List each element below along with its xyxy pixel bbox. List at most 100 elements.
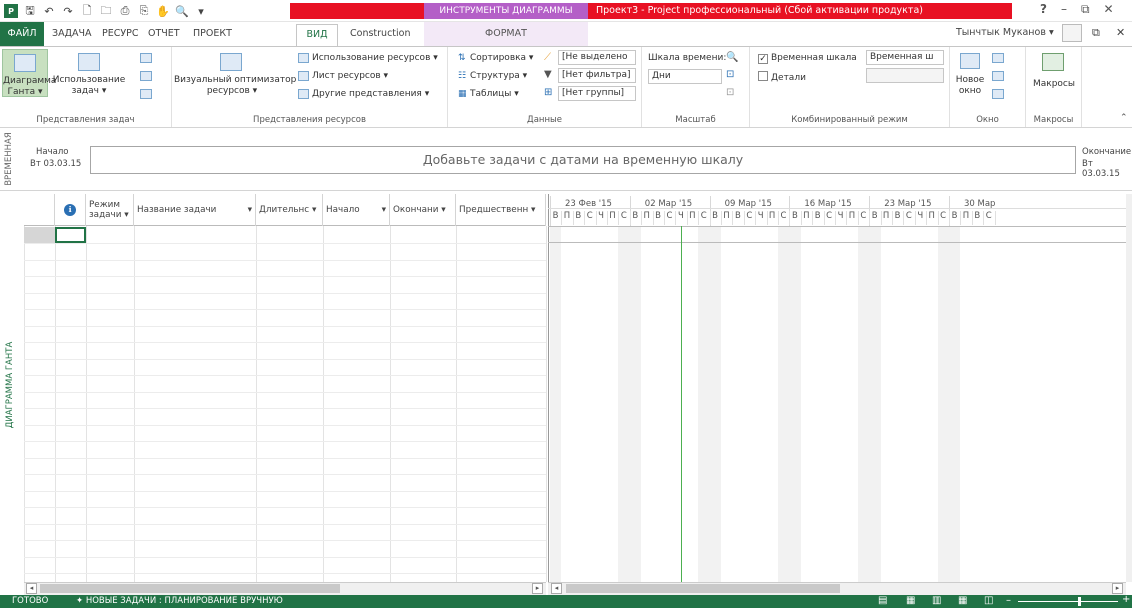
zoom-icon[interactable]: 🔍 [726,52,738,63]
status-view-resource-sheet-icon[interactable]: ▦ [958,595,967,606]
macros-button[interactable]: Макросы [1030,49,1078,97]
open-folder-icon[interactable]: 🗀 [99,4,113,18]
outline-button[interactable]: Структура ▾ [470,71,527,81]
switch-windows-icon[interactable] [992,53,1004,63]
task-usage-button[interactable]: Использование задач ▾ [52,49,126,97]
status-view-report-icon[interactable]: ◫ [984,595,993,606]
entire-project-icon[interactable]: ⊡ [726,69,734,80]
resource-sheet-button[interactable]: Лист ресурсов ▾ [312,71,388,81]
filter-select[interactable]: [Нет фильтра] [558,68,636,83]
export-icon[interactable]: ⎙ [118,4,132,18]
save-icon[interactable]: 🖫 [23,4,37,18]
row-header-selected[interactable] [24,227,55,243]
close-button[interactable]: ✕ [1104,2,1114,17]
print-preview-icon[interactable]: 🔍 [175,4,189,18]
column-start-label: Начало [326,205,360,215]
info-icon: ℹ [64,204,76,216]
ribbon-restore-button[interactable]: ⧉ [1092,26,1100,40]
status-task-mode[interactable]: ✦ НОВЫЕ ЗАДАЧИ : ПЛАНИРОВАНИЕ ВРУЧНУЮ [76,596,283,606]
column-start[interactable]: Начало ▾ [323,194,390,226]
collapse-ribbon-icon[interactable]: ⌃ [1120,113,1128,123]
touch-mode-icon[interactable]: ✋ [156,4,170,18]
status-view-gantt-icon[interactable]: ▤ [878,595,887,606]
group-task-views: Диаграмма Ганта ▾ Использование задач ▾ … [0,47,172,127]
print-icon[interactable]: ⎘ [137,4,151,18]
group-select[interactable]: [Нет группы] [558,86,636,101]
sheet-scroll-right-icon[interactable]: ▸ [532,583,543,594]
tab-format[interactable]: ФОРМАТ [424,22,588,46]
column-info[interactable]: ℹ [55,194,86,226]
column-task-mode[interactable]: Режим задачи ▾ [86,194,134,226]
tab-construction[interactable]: Construction [350,28,411,39]
timeline-checkbox-row[interactable]: ✓ Временная шкала [758,53,857,64]
sort-button[interactable]: Сортировка ▾ [470,53,533,63]
customize-toolbar-icon[interactable]: ▾ [194,4,208,18]
timeline-bar[interactable]: Добавьте задачи с датами на временную шк… [90,146,1076,174]
minimize-button[interactable]: – [1061,2,1067,17]
tab-report[interactable]: ОТЧЕТ [148,28,180,39]
column-predecessors[interactable]: Предшественн ▾ [456,194,546,226]
tables-icon: ▦ [458,89,467,99]
column-task-name[interactable]: Название задачи ▾ [134,194,256,226]
chart-scroll-right-icon[interactable]: ▸ [1112,583,1123,594]
chart-scroll-left-icon[interactable]: ◂ [551,583,562,594]
day-label: Ч [757,211,764,221]
column-duration[interactable]: Длительнс ▾ [256,194,323,226]
status-view-team-planner-icon[interactable]: ▥ [932,595,941,606]
details-checkbox-label: Детали [771,73,806,83]
status-view-task-usage-icon[interactable]: ▦ [906,595,915,606]
zoom-in-icon[interactable]: + [1122,594,1130,605]
selected-tasks-icon[interactable]: ⊡ [726,87,734,98]
column-finish[interactable]: Окончани ▾ [390,194,456,226]
status-ready: ГОТОВО [12,596,49,606]
details-checkbox-row[interactable]: Детали [758,71,806,83]
new-file-icon[interactable]: 🗋 [80,4,94,18]
day-label: С [826,211,833,221]
undo-icon[interactable]: ↶ [42,4,56,18]
zoom-out-icon[interactable]: – [1006,595,1011,606]
sheet-scroll-thumb[interactable] [40,584,340,593]
timescale-select[interactable]: Дни [648,69,722,84]
tab-file[interactable]: ФАЙЛ [0,22,44,46]
grid-column-line [86,226,87,582]
day-label: В [734,211,741,221]
highlight-select[interactable]: [Не выделено [558,50,636,65]
gantt-chart-button[interactable]: Диаграмма Ганта ▾ [2,49,56,97]
help-button[interactable]: ? [1040,2,1047,17]
redo-icon[interactable]: ↷ [61,4,75,18]
tab-task[interactable]: ЗАДАЧА [52,28,92,39]
arrange-all-icon[interactable] [992,71,1004,81]
grid-row-line [24,557,546,558]
timeline-checkbox[interactable]: ✓ [758,54,768,64]
other-views-button[interactable]: Другие представления ▾ [312,89,429,99]
grid-row-line [24,408,546,409]
grid-column-line [546,226,547,582]
select-all-corner[interactable] [24,194,55,226]
ribbon-close-button[interactable]: ✕ [1116,26,1125,39]
tab-view[interactable]: ВИД [296,24,338,46]
calendar-view-icon[interactable] [140,53,152,63]
zoom-slider[interactable] [1018,601,1118,602]
day-label: Ч [837,211,844,221]
resource-usage-button[interactable]: Использование ресурсов ▾ [312,53,438,63]
gantt-vertical-scrollbar[interactable] [1126,194,1132,582]
sheet-scroll-left-icon[interactable]: ◂ [26,583,37,594]
avatar[interactable] [1062,24,1082,42]
column-start-dropdown-icon[interactable]: ▾ [382,205,386,215]
user-account[interactable]: Тынчтык Муканов ▾ [956,27,1054,38]
details-checkbox[interactable] [758,71,768,81]
network-view-icon[interactable] [140,71,152,81]
tab-resource[interactable]: РЕСУРС [102,28,139,39]
timeline-select[interactable]: Временная ш [866,50,944,65]
team-planner-button[interactable]: Визуальный оптимизатор ресурсов ▾ [174,49,296,97]
hide-window-icon[interactable] [992,89,1004,99]
column-task-name-dropdown-icon[interactable]: ▾ [248,205,252,215]
restore-button[interactable]: ⧉ [1081,2,1090,17]
zoom-slider-thumb[interactable] [1078,597,1081,606]
new-window-button[interactable]: Новое окно [954,49,986,97]
tab-project[interactable]: ПРОЕКТ [193,28,232,39]
chart-scroll-thumb[interactable] [566,584,840,593]
tables-button[interactable]: Таблицы ▾ [470,89,519,99]
active-cell[interactable] [55,227,86,243]
task-form-icon[interactable] [140,89,152,99]
